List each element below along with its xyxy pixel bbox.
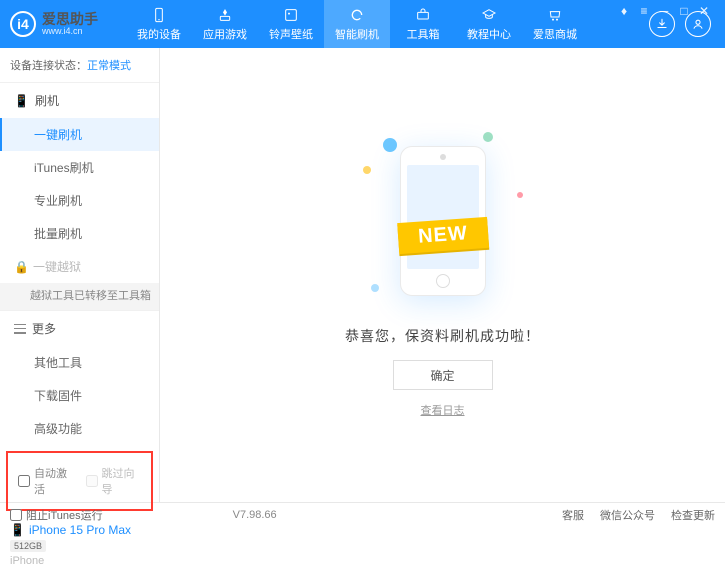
sidebar-item-onekey-flash[interactable]: 一键刷机 xyxy=(0,118,159,151)
nav-store[interactable]: 爱思商城 xyxy=(522,0,588,48)
hamburger-icon xyxy=(14,324,26,334)
app-url: www.i4.cn xyxy=(42,26,98,37)
skip-guide-checkbox[interactable]: 跳过向导 xyxy=(86,465,142,497)
device-name[interactable]: 📱 iPhone 15 Pro Max xyxy=(10,523,149,537)
new-badge: NEW xyxy=(397,217,489,254)
device-type: iPhone xyxy=(10,555,149,567)
lock-icon: 🔒 xyxy=(14,260,29,274)
success-message: 恭喜您，保资料刷机成功啦！ xyxy=(345,326,540,346)
app-icon xyxy=(216,6,234,24)
footer-link-update[interactable]: 检查更新 xyxy=(671,507,715,523)
close-icon[interactable]: ✕ xyxy=(697,4,711,18)
skin-icon[interactable]: ♦ xyxy=(617,4,631,18)
sidebar-section-flash[interactable]: 📱 刷机 xyxy=(0,83,159,118)
sidebar-section-label: 刷机 xyxy=(35,92,59,109)
nav-toolbox[interactable]: 工具箱 xyxy=(390,0,456,48)
refresh-icon xyxy=(348,6,366,24)
version-label: V7.98.66 xyxy=(233,509,277,521)
phone-tiny-icon: 📱 xyxy=(10,523,25,537)
highlighted-options: 自动激活 跳过向导 xyxy=(6,451,153,511)
nav-ringtone-wallpaper[interactable]: 铃声壁纸 xyxy=(258,0,324,48)
sidebar-item-batch-flash[interactable]: 批量刷机 xyxy=(0,217,159,250)
nav-my-device[interactable]: 我的设备 xyxy=(126,0,192,48)
footer-link-support[interactable]: 客服 xyxy=(562,507,584,523)
image-icon xyxy=(282,6,300,24)
app-name: 爱思助手 xyxy=(42,12,98,26)
maximize-icon[interactable]: □ xyxy=(677,4,691,18)
app-logo: i4 爱思助手 www.i4.cn xyxy=(0,11,108,37)
sidebar-item-pro-flash[interactable]: 专业刷机 xyxy=(0,184,159,217)
footer-link-wechat[interactable]: 微信公众号 xyxy=(600,507,655,523)
logo-icon: i4 xyxy=(10,11,36,37)
sidebar-section-label: 更多 xyxy=(32,320,56,337)
nav-apps-games[interactable]: 应用游戏 xyxy=(192,0,258,48)
toolbox-icon xyxy=(414,6,432,24)
sidebar-item-advanced[interactable]: 高级功能 xyxy=(0,412,159,445)
sidebar-item-jailbreak: 🔒 一键越狱 xyxy=(0,250,159,283)
jailbreak-note: 越狱工具已转移至工具箱 xyxy=(0,283,159,310)
menu-icon[interactable]: ≡ xyxy=(637,4,651,18)
block-itunes-checkbox[interactable]: 阻止iTunes运行 xyxy=(10,507,103,523)
device-status: 设备连接状态：正常模式 xyxy=(0,48,159,83)
minimize-icon[interactable]: ─ xyxy=(657,4,671,18)
phone-small-icon: 📱 xyxy=(14,94,29,108)
auto-activate-checkbox[interactable]: 自动激活 xyxy=(18,465,74,497)
success-illustration: NEW xyxy=(353,132,533,312)
sidebar-item-other-tools[interactable]: 其他工具 xyxy=(0,346,159,379)
sidebar-item-itunes-flash[interactable]: iTunes刷机 xyxy=(0,151,159,184)
nav-smart-flash[interactable]: 智能刷机 xyxy=(324,0,390,48)
nav-tutorial[interactable]: 教程中心 xyxy=(456,0,522,48)
device-storage: 512GB xyxy=(10,540,46,552)
sidebar-item-download-firmware[interactable]: 下载固件 xyxy=(0,379,159,412)
device-info: 📱 iPhone 15 Pro Max 512GB iPhone xyxy=(0,517,159,577)
phone-icon xyxy=(150,6,168,24)
view-log-link[interactable]: 查看日志 xyxy=(421,402,465,418)
sidebar-section-more[interactable]: 更多 xyxy=(0,310,159,346)
cart-icon xyxy=(546,6,564,24)
book-icon xyxy=(480,6,498,24)
ok-button[interactable]: 确定 xyxy=(393,360,493,390)
